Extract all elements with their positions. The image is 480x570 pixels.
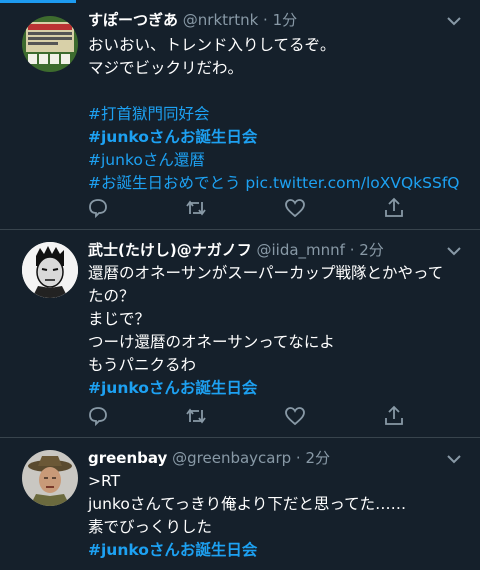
- tweet-text: おいおい、トレンド入りしてるぞ。 マジでビックリだわ。 #打首獄門同好会 #ju…: [88, 34, 468, 195]
- tweet-actions: [86, 196, 416, 220]
- hashtag-link[interactable]: #junkoさんお誕生日会: [88, 377, 468, 400]
- tweet-line: もうパニクるわ: [88, 356, 197, 374]
- tweet-1[interactable]: すぽーつぎあ @nrktrtnk · 1分 おいおい、トレンド入りしてるぞ。 マ…: [0, 0, 480, 230]
- hashtag-link[interactable]: #junkoさん還暦: [88, 149, 468, 172]
- tweet-line: たの？: [88, 287, 135, 305]
- display-name[interactable]: greenbay: [88, 449, 167, 467]
- tweet-3[interactable]: greenbay @greenbaycarp · 2分 >RT junkoさんて…: [0, 438, 480, 570]
- display-name[interactable]: 武士(たけし)@ナガノフ: [88, 241, 252, 259]
- chevron-down-icon[interactable]: [446, 246, 462, 256]
- reply-icon[interactable]: [86, 404, 110, 428]
- like-icon[interactable]: [283, 196, 307, 220]
- chevron-down-icon[interactable]: [446, 454, 462, 464]
- avatar[interactable]: [22, 450, 78, 506]
- tweet-line: 還暦のオネーサンがスーパーカップ戦隊とかやって: [88, 264, 444, 282]
- tweet-line: つーけ還暦のオネーサンってなによ: [88, 333, 335, 351]
- retweet-icon[interactable]: [184, 404, 208, 428]
- tweet-header: すぽーつぎあ @nrktrtnk · 1分: [88, 10, 440, 30]
- chevron-down-icon[interactable]: [446, 16, 462, 26]
- tweet-line: junkoさんてっきり俺より下だと思ってた……: [88, 495, 407, 513]
- handle-and-time: @iida_mnnf · 2分: [256, 241, 384, 259]
- like-icon[interactable]: [283, 404, 307, 428]
- retweet-icon[interactable]: [184, 196, 208, 220]
- tweet-header: 武士(たけし)@ナガノフ @iida_mnnf · 2分: [88, 240, 440, 260]
- tweet-line: マジでビックリだわ。: [88, 59, 244, 77]
- tweet-line: まじで？: [88, 310, 151, 328]
- tweet-text: >RT junkoさんてっきり俺より下だと思ってた…… 素でびっくりした #ju…: [88, 470, 468, 562]
- tweet-2[interactable]: 武士(たけし)@ナガノフ @iida_mnnf · 2分 還暦のオネーサンがスー…: [0, 230, 480, 438]
- hashtag-link[interactable]: #打首獄門同好会: [88, 103, 468, 126]
- avatar[interactable]: [22, 242, 78, 298]
- tweet-line: おいおい、トレンド入りしてるぞ。: [88, 36, 336, 54]
- avatar[interactable]: [22, 16, 78, 72]
- handle-and-time: @greenbaycarp · 2分: [172, 449, 331, 467]
- hashtag-link[interactable]: #junkoさんお誕生日会: [88, 539, 468, 562]
- hashtag-link[interactable]: #junkoさんお誕生日会: [88, 126, 468, 149]
- tweet-text: 還暦のオネーサンがスーパーカップ戦隊とかやって たの？ まじで？ つーけ還暦のオ…: [88, 262, 468, 400]
- display-name[interactable]: すぽーつぎあ: [88, 11, 178, 29]
- tweet-line: 素でびっくりした: [88, 518, 213, 536]
- tweet-actions: [86, 404, 416, 428]
- share-icon[interactable]: [382, 196, 406, 220]
- reply-icon[interactable]: [86, 196, 110, 220]
- share-icon[interactable]: [382, 404, 406, 428]
- tweet-header: greenbay @greenbaycarp · 2分: [88, 448, 440, 468]
- handle-and-time: @nrktrtnk · 1分: [182, 11, 298, 29]
- tweet-line: >RT: [88, 472, 121, 490]
- tweet-line-empty: [88, 80, 468, 103]
- hashtag-and-pic-link[interactable]: #お誕生日おめでとう pic.twitter.com/loXVQkSSfQ: [88, 172, 468, 195]
